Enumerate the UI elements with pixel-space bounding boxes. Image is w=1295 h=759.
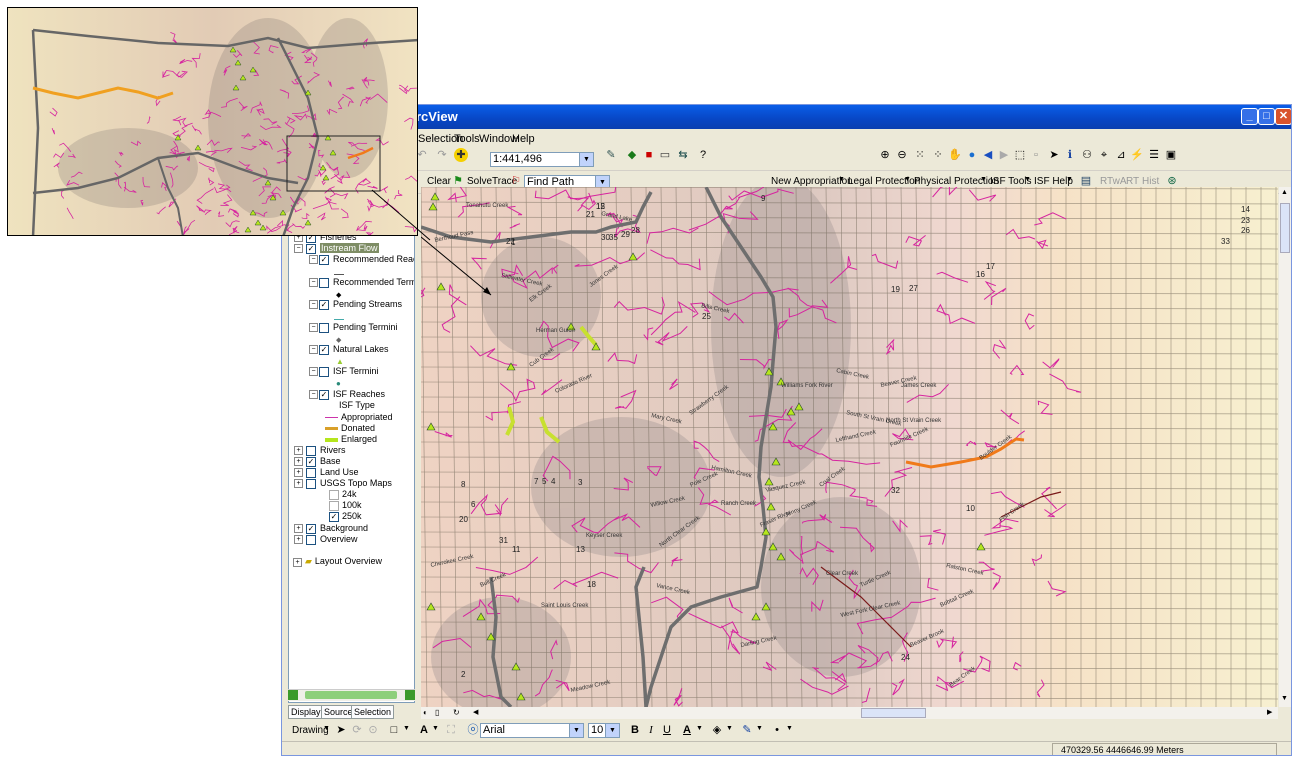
connector-overlay xyxy=(371,189,431,241)
connector-line xyxy=(371,189,431,241)
